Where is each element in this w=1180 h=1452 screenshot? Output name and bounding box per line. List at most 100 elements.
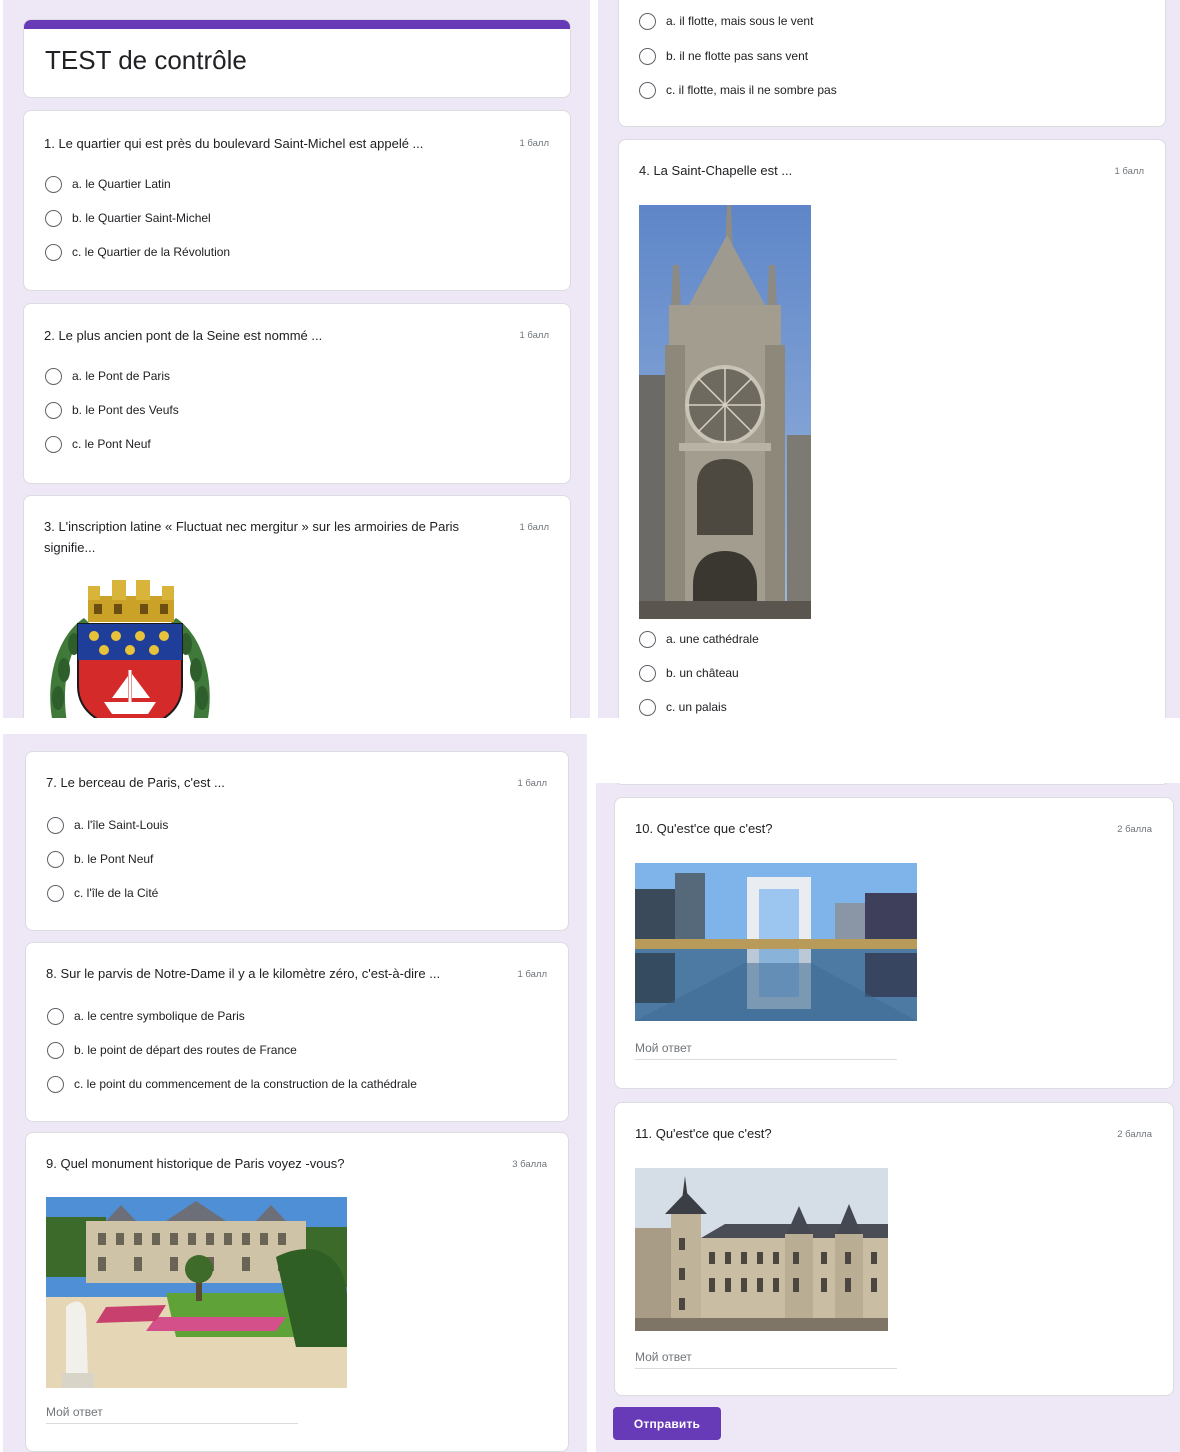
- option-label: c. l'île de la Cité: [74, 886, 159, 900]
- radio-button[interactable]: [47, 884, 64, 902]
- question-points: 2 балла: [1117, 1129, 1152, 1140]
- radio-button[interactable]: [639, 630, 656, 648]
- question-title: 1. Le quartier qui est près du boulevard…: [44, 136, 424, 151]
- option-label: b. le Pont des Veufs: [72, 403, 179, 417]
- radio-option[interactable]: a. une cathédrale: [639, 628, 759, 650]
- question-card-3: 3. L'inscription latine « Fluctuat nec m…: [23, 495, 571, 718]
- radio-option[interactable]: a. le Pont de Paris: [45, 365, 170, 387]
- short-answer-input[interactable]: Мой ответ: [635, 1350, 897, 1369]
- radio-button[interactable]: [45, 209, 62, 227]
- question-card-4: 4. La Saint-Chapelle est ... 1 балл a. u…: [618, 139, 1166, 718]
- radio-option[interactable]: c. il flotte, mais il ne sombre pas: [639, 79, 837, 101]
- radio-option[interactable]: b. le Quartier Saint-Michel: [45, 207, 211, 229]
- conciergerie-graphic: [635, 1168, 888, 1331]
- option-label: b. le point de départ des routes de Fran…: [74, 1043, 297, 1057]
- radio-button[interactable]: [45, 367, 62, 385]
- question-title: 11. Qu'est'ce que c'est?: [635, 1126, 772, 1141]
- radio-option[interactable]: a. le Quartier Latin: [45, 173, 171, 195]
- radio-button[interactable]: [47, 1041, 64, 1059]
- question-title: 7. Le berceau de Paris, c'est ...: [46, 775, 225, 790]
- header-accent-bar: [24, 20, 570, 29]
- radio-option[interactable]: a. il flotte, mais sous le vent: [639, 10, 813, 32]
- panel-bottom-right: 10. Qu'est'ce que c'est? 2 балла Мой отв…: [596, 783, 1180, 1452]
- radio-option[interactable]: b. il ne flotte pas sans vent: [639, 45, 808, 67]
- question-title: 4. La Saint-Chapelle est ...: [639, 163, 793, 178]
- panel-top-left: TEST de contrôle 1. Le quartier qui est …: [3, 0, 590, 718]
- option-label: c. le point du commencement de la constr…: [74, 1077, 417, 1091]
- option-label: a. l'île Saint-Louis: [74, 818, 169, 832]
- question-points: 3 балла: [512, 1159, 547, 1170]
- grande-arche-image: [635, 863, 917, 1021]
- radio-button[interactable]: [639, 698, 656, 716]
- luxembourg-palace-image: [46, 1197, 347, 1388]
- radio-option[interactable]: b. un château: [639, 662, 739, 684]
- coat-of-arms-graphic: [50, 580, 210, 718]
- option-label: a. le Quartier Latin: [72, 177, 171, 191]
- question-points: 2 балла: [1117, 824, 1152, 835]
- radio-button[interactable]: [47, 816, 64, 834]
- radio-button[interactable]: [45, 435, 62, 453]
- form-title: TEST de contrôle: [45, 45, 247, 75]
- option-label: b. il ne flotte pas sans vent: [666, 49, 809, 63]
- radio-option[interactable]: b. le Pont Neuf: [47, 848, 153, 870]
- radio-option[interactable]: c. l'île de la Cité: [47, 882, 158, 904]
- question-card-1: 1. Le quartier qui est près du boulevard…: [23, 110, 571, 291]
- radio-option[interactable]: a. le centre symbolique de Paris: [47, 1005, 245, 1027]
- question-points: 1 балл: [517, 969, 547, 980]
- question-card-10: 10. Qu'est'ce que c'est? 2 балла Мой отв…: [614, 797, 1174, 1089]
- question-title: 8. Sur le parvis de Notre-Dame il y a le…: [46, 966, 441, 981]
- question-card-2: 2. Le plus ancien pont de la Seine est n…: [23, 303, 571, 484]
- short-answer-input[interactable]: Мой ответ: [635, 1041, 897, 1060]
- option-label: c. un palais: [666, 700, 727, 714]
- conciergerie-image: [635, 1168, 888, 1331]
- coat-of-arms-image: [44, 578, 216, 718]
- option-label: c. le Pont Neuf: [72, 437, 151, 451]
- question-title: 10. Qu'est'ce que c'est?: [635, 821, 773, 836]
- radio-button[interactable]: [47, 1075, 64, 1093]
- question-card-3-options: a. il flotte, mais sous le vent b. il ne…: [618, 0, 1166, 127]
- radio-option[interactable]: c. un palais: [639, 696, 727, 718]
- question-points: 1 балл: [519, 330, 549, 341]
- luxembourg-palace-graphic: [46, 1197, 347, 1388]
- option-label: a. il flotte, mais sous le vent: [666, 14, 814, 28]
- grande-arche-graphic: [635, 863, 917, 1021]
- question-card-9: 9. Quel monument historique de Paris voy…: [25, 1132, 569, 1452]
- radio-button[interactable]: [639, 81, 656, 99]
- panel-bottom-left: 7. Le berceau de Paris, c'est ... 1 балл…: [3, 734, 587, 1452]
- question-title: 2. Le plus ancien pont de la Seine est n…: [44, 328, 323, 343]
- radio-button[interactable]: [47, 850, 64, 868]
- sainte-chapelle-image: [639, 205, 811, 619]
- radio-button[interactable]: [639, 664, 656, 682]
- radio-button[interactable]: [639, 12, 656, 30]
- radio-option[interactable]: a. l'île Saint-Louis: [47, 814, 168, 836]
- radio-option[interactable]: b. le point de départ des routes de Fran…: [47, 1039, 297, 1061]
- radio-option[interactable]: c. le Quartier de la Révolution: [45, 241, 230, 263]
- radio-button[interactable]: [639, 47, 656, 65]
- question-points: 1 балл: [517, 778, 547, 789]
- previous-card-bottom-edge: [614, 783, 1170, 785]
- sainte-chapelle-graphic: [639, 205, 811, 619]
- option-label: c. il flotte, mais il ne sombre pas: [666, 83, 837, 97]
- panel-top-right: a. il flotte, mais sous le vent b. il ne…: [598, 0, 1180, 718]
- radio-option[interactable]: b. le Pont des Veufs: [45, 399, 179, 421]
- radio-button[interactable]: [45, 243, 62, 261]
- option-label: a. une cathédrale: [666, 632, 759, 646]
- submit-button[interactable]: Отправить: [613, 1407, 721, 1440]
- option-label: b. le Pont Neuf: [74, 852, 154, 866]
- radio-option[interactable]: c. le Pont Neuf: [45, 433, 151, 455]
- form-header-card: TEST de contrôle: [23, 19, 571, 98]
- question-card-11: 11. Qu'est'ce que c'est? 2 балла Мой отв…: [614, 1102, 1174, 1396]
- question-card-7: 7. Le berceau de Paris, c'est ... 1 балл…: [25, 751, 569, 931]
- radio-button[interactable]: [45, 401, 62, 419]
- short-answer-input[interactable]: Мой ответ: [46, 1405, 298, 1424]
- question-points: 1 балл: [1114, 166, 1144, 177]
- radio-option[interactable]: c. le point du commencement de la constr…: [47, 1073, 417, 1095]
- option-label: a. le Pont de Paris: [72, 369, 171, 383]
- radio-button[interactable]: [45, 175, 62, 193]
- question-points: 1 балл: [519, 522, 549, 533]
- question-card-8: 8. Sur le parvis de Notre-Dame il y a le…: [25, 942, 569, 1122]
- option-label: b. un château: [666, 666, 739, 680]
- option-label: b. le Quartier Saint-Michel: [72, 211, 211, 225]
- question-title: 9. Quel monument historique de Paris voy…: [46, 1156, 345, 1171]
- radio-button[interactable]: [47, 1007, 64, 1025]
